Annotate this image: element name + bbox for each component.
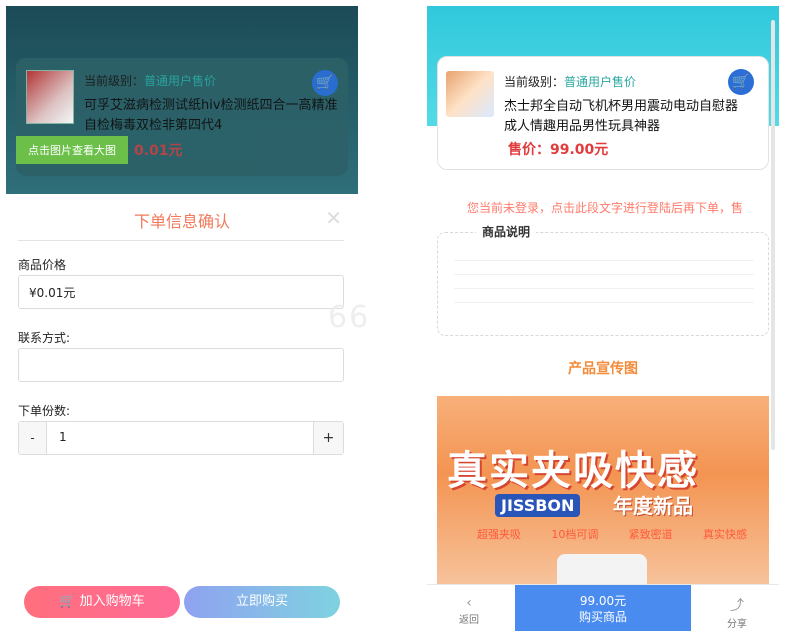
bottom-buy-label: 购买商品 bbox=[578, 610, 627, 624]
description-table bbox=[454, 247, 754, 303]
promo-feature: 超强夹吸 bbox=[477, 528, 521, 541]
promo-feature: 真实快感 bbox=[702, 528, 747, 541]
contact-label: 联系方式: bbox=[18, 331, 71, 345]
level-text: 当前级别：普通用户售价 bbox=[84, 72, 216, 89]
description-title: 商品说明 bbox=[476, 223, 537, 240]
table-row bbox=[454, 274, 754, 289]
product-title: 杰士邦全自动飞机杯男用震动电动自慰器成人情趣用品男性玩具神器 bbox=[504, 99, 739, 134]
scrollbar[interactable] bbox=[771, 20, 775, 450]
view-image-tag[interactable]: 点击图片查看大图 bbox=[16, 136, 128, 164]
promo-feature: 紧致密道 bbox=[628, 528, 673, 541]
level-label: 当前级别： bbox=[504, 75, 565, 89]
promo-image: 真实夹吸快感 JISSBON 年度新品 超强夹吸 10档可调 紧致密道 真实快感 bbox=[437, 396, 769, 592]
product-page: 当前级别：普通用户售价 🛒 杰士邦全自动飞机杯男用震动电动自慰器成人情趣用品男性… bbox=[427, 6, 779, 636]
back-label: 返回 bbox=[459, 615, 479, 626]
buy-now-button[interactable]: 立即购买 bbox=[184, 586, 340, 618]
share-button[interactable]: ⤴ 分享 bbox=[717, 595, 757, 630]
sheet-title: 下单信息确认 bbox=[133, 212, 230, 231]
price-field: ¥0.01元 bbox=[18, 275, 344, 309]
cart-icon[interactable]: 🛒 bbox=[312, 70, 338, 96]
product-price: 售价：99.00元 bbox=[508, 142, 609, 158]
qty-label: 下单份数: bbox=[18, 404, 71, 418]
minus-button[interactable]: - bbox=[19, 422, 47, 454]
table-row bbox=[454, 260, 754, 275]
back-button[interactable]: ‹ 返回 bbox=[449, 595, 489, 626]
order-sheet: 下单信息确认 ✕ 商品价格 ¥0.01元 联系方式: 下单份数: - 1 + 🛒… bbox=[6, 194, 358, 636]
order-panel: 当前级别：普通用户售价 🛒 可孚艾滋病检测试纸hiv检测纸四合一高精准自检梅毒双… bbox=[6, 6, 358, 636]
promo-new: 年度新品 bbox=[613, 494, 693, 518]
share-icon: ⤴ bbox=[730, 598, 744, 614]
bottom-price: 99.00元 bbox=[579, 594, 627, 608]
price-label: 商品价格 bbox=[18, 258, 67, 272]
cart-icon[interactable]: 🛒 bbox=[728, 69, 754, 95]
promo-headline: 真实夹吸快感 bbox=[447, 448, 699, 494]
product-card: 当前级别：普通用户售价 🛒 杰士邦全自动飞机杯男用震动电动自慰器成人情趣用品男性… bbox=[437, 56, 769, 170]
promo-feature: 10档可调 bbox=[551, 528, 599, 541]
product-title: 可孚艾滋病检测试纸hiv检测纸四合一高精准自检梅毒双检非第四代4 bbox=[84, 98, 338, 133]
table-row bbox=[454, 288, 754, 303]
quantity-value[interactable]: 1 bbox=[59, 430, 67, 444]
login-tip-link[interactable]: 您当前未登录，点击此段文字进行登陆后再下单，售 bbox=[467, 199, 777, 216]
product-thumbnail[interactable] bbox=[26, 70, 74, 124]
product-thumbnail[interactable] bbox=[446, 71, 494, 117]
level-value: 普通用户售价 bbox=[144, 74, 217, 88]
promo-brand: JISSBON bbox=[495, 494, 581, 517]
quantity-stepper: - 1 + bbox=[18, 421, 344, 455]
plus-button[interactable]: + bbox=[313, 422, 343, 454]
product-price: 0.01元 bbox=[134, 143, 183, 159]
share-label: 分享 bbox=[727, 619, 747, 630]
buy-product-button[interactable]: 99.00元 购买商品 bbox=[515, 585, 691, 631]
table-row bbox=[454, 247, 754, 261]
add-to-cart-button[interactable]: 🛒 加入购物车 bbox=[24, 586, 180, 618]
chevron-left-icon: ‹ bbox=[466, 595, 472, 611]
close-icon[interactable]: ✕ bbox=[325, 206, 342, 230]
add-to-cart-label: 加入购物车 bbox=[79, 594, 145, 609]
level-value: 普通用户售价 bbox=[564, 75, 637, 89]
level-text: 当前级别：普通用户售价 bbox=[504, 73, 636, 90]
level-label: 当前级别： bbox=[84, 74, 145, 88]
divider bbox=[18, 240, 344, 241]
promo-features: 超强夹吸 10档可调 紧致密道 真实快感 bbox=[477, 526, 747, 542]
watermark: 66 bbox=[328, 300, 371, 335]
contact-input[interactable] bbox=[18, 348, 344, 382]
bottom-bar: ‹ 返回 99.00元 购买商品 ⤴ 分享 bbox=[427, 584, 779, 636]
promo-title: 产品宣传图 bbox=[568, 361, 638, 377]
description-box: 商品说明 bbox=[437, 223, 769, 336]
